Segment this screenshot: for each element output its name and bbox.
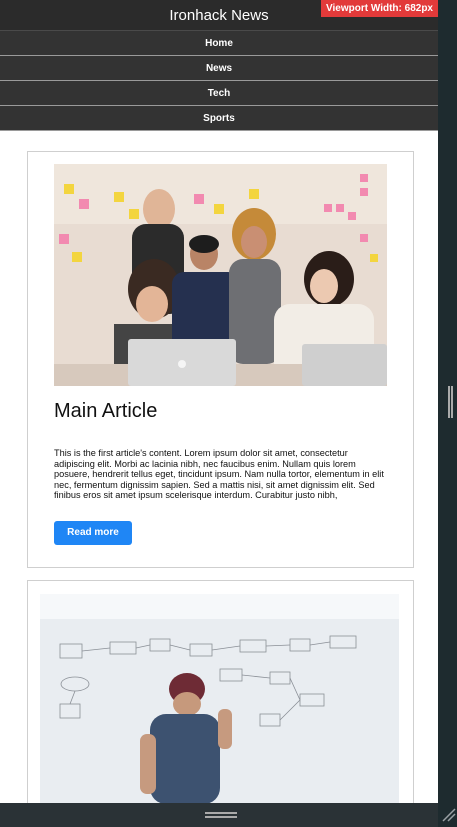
article-image [54, 164, 387, 386]
content: Main Article This is the first article's… [0, 131, 438, 803]
viewport-width-badge: Viewport Width: 682px [321, 0, 438, 17]
article-body: This is the first article's content. Lor… [54, 448, 384, 500]
viewport: Ironhack News Viewport Width: 682px Home… [0, 0, 438, 803]
article-card: Main Article This is the first article's… [27, 151, 414, 568]
article-image-2 [40, 594, 399, 803]
resize-handle-bottom[interactable] [205, 812, 237, 818]
read-more-button[interactable]: Read more [54, 520, 132, 545]
corner-resize-icon[interactable] [440, 806, 456, 822]
nav-item-news[interactable]: News [0, 55, 438, 80]
nav-item-home[interactable]: Home [0, 31, 438, 55]
nav-item-sports[interactable]: Sports [0, 105, 438, 130]
resize-handle-right[interactable] [448, 386, 453, 418]
nav-item-tech[interactable]: Tech [0, 80, 438, 105]
site-header: Ironhack News Viewport Width: 682px [0, 0, 438, 31]
site-title: Ironhack News [169, 6, 269, 24]
article-card-2 [27, 580, 414, 803]
article-title: Main Article [54, 400, 158, 422]
main-nav: Home News Tech Sports [0, 31, 438, 131]
